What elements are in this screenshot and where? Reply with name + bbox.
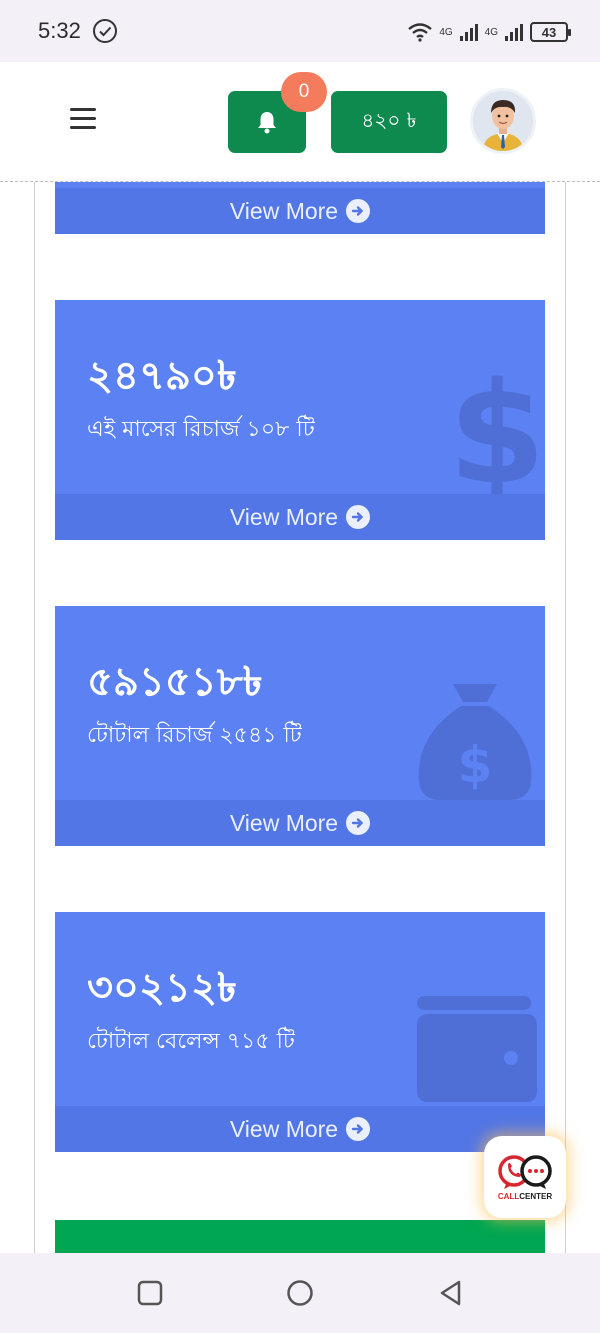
battery-level: 43 (541, 24, 557, 40)
arrow-right-circle-icon (346, 1117, 371, 1141)
stat-card: View More (55, 182, 545, 234)
view-more-link[interactable]: View More (55, 188, 545, 234)
view-more-label: View More (229, 503, 339, 530)
stat-card-total-balance: ৩০২১২৳ টোটাল বেলেন্স ৭১৫ টি View More (55, 912, 545, 1152)
wifi-icon (408, 23, 433, 42)
dashboard-content: View More ২৪৭৯০৳ এই মাসের রিচার্জ ১০৮ টি… (34, 182, 566, 1253)
view-more-link[interactable]: View More (55, 1106, 545, 1152)
money-bag-icon: $ (418, 684, 532, 800)
recent-apps-icon[interactable] (136, 1279, 164, 1307)
view-more-label: View More (229, 1115, 339, 1142)
signal-icon (459, 24, 478, 41)
callcenter-button[interactable]: CALLCENTER (484, 1136, 566, 1218)
stat-card-total-recharge: ৫৯১৫১৮৳ টোটাল রিচার্জ ২৫৪১ টি $ View Mor… (55, 606, 545, 846)
avatar[interactable] (470, 88, 536, 154)
user-avatar-icon (473, 91, 533, 151)
hamburger-menu-icon[interactable] (70, 108, 100, 134)
callcenter-label: CALLCENTER (497, 1191, 553, 1201)
wallet-icon (417, 996, 537, 1102)
view-more-label: View More (229, 809, 339, 836)
system-navigation-bar (0, 1253, 600, 1333)
stat-value: ৩০২১২৳ (87, 965, 237, 1011)
network-type-1: 4G (439, 26, 453, 38)
app-header: 0 ৪২০ ৳ (0, 62, 600, 182)
battery-icon: 43 (530, 22, 571, 42)
view-more-link[interactable]: View More (55, 494, 545, 540)
notification-count-badge: 0 (281, 72, 327, 112)
chat-phone-icon (498, 1154, 552, 1189)
arrow-right-circle-icon (346, 811, 371, 835)
dollar-sign-icon: $ (457, 370, 537, 500)
svg-text:$: $ (458, 736, 493, 794)
balance-button[interactable]: ৪২০ ৳ (331, 91, 447, 153)
bell-icon (258, 112, 276, 134)
stat-label: টোটাল বেলেন্স ৭১৫ টি (87, 1029, 295, 1054)
arrow-right-circle-icon (346, 199, 371, 223)
status-bar: 5:32 4G 4G 43 (0, 0, 600, 62)
stat-card-monthly-recharge: ২৪৭৯০৳ এই মাসের রিচার্জ ১০৮ টি $ View Mo… (55, 300, 545, 540)
home-icon[interactable] (286, 1279, 314, 1307)
stat-label: এই মাসের রিচার্জ ১০৮ টি (87, 417, 315, 442)
stat-label: টোটাল রিচার্জ ২৫৪১ টি (87, 723, 302, 748)
stat-card-next (55, 1220, 545, 1253)
check-circle-icon (93, 19, 117, 43)
status-time: 5:32 (38, 18, 81, 43)
view-more-link[interactable]: View More (55, 800, 545, 846)
network-type-2: 4G (484, 26, 498, 38)
view-more-label: View More (229, 197, 339, 224)
stat-value: ২৪৭৯০৳ (87, 353, 237, 399)
status-icons: 4G 4G 43 (407, 18, 571, 46)
signal-icon (505, 24, 523, 41)
arrow-right-circle-icon (346, 505, 371, 529)
stat-value: ৫৯১৫১৮৳ (87, 659, 263, 705)
svg-text:$: $ (457, 370, 537, 500)
back-icon[interactable] (437, 1279, 465, 1307)
